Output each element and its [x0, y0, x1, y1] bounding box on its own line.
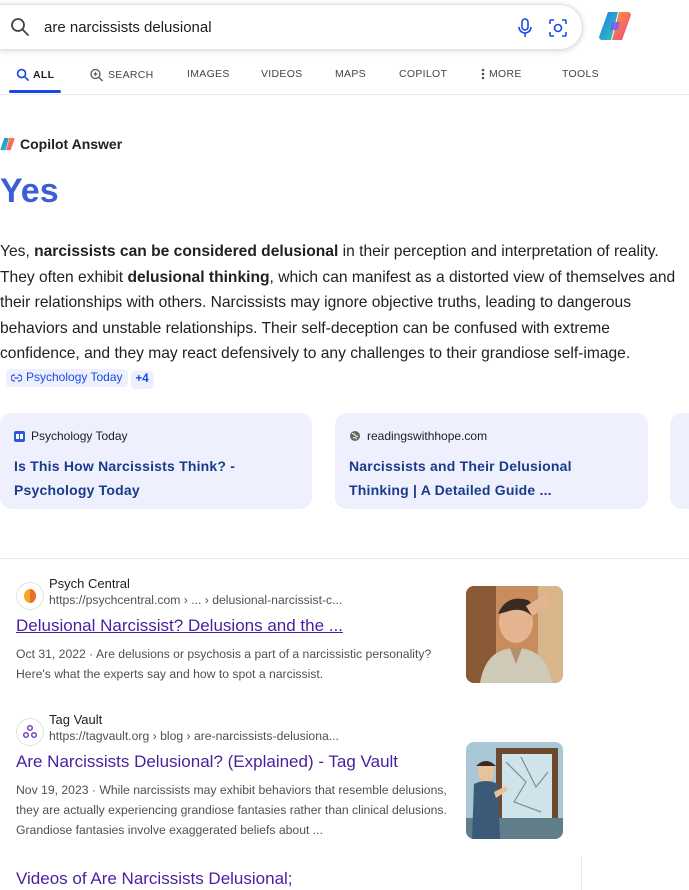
link-icon	[11, 374, 22, 382]
copilot-logo-icon	[0, 137, 15, 151]
answer-headline: Yes	[0, 172, 59, 210]
search-input[interactable]	[44, 16, 484, 38]
tab-search[interactable]: SEARCH	[89, 68, 154, 82]
result-title-link[interactable]: Are Narcissists Delusional? (Explained) …	[16, 752, 398, 772]
card-title[interactable]: Narcissists and Their Delusional Thinkin…	[349, 454, 599, 502]
result-thumbnail-image[interactable]	[466, 742, 563, 839]
psych-central-favicon-icon	[16, 582, 44, 610]
search-icon[interactable]	[10, 17, 30, 37]
tab-all[interactable]: ALL	[16, 68, 54, 81]
card-source: readingswithhope.com	[349, 429, 487, 443]
card-title[interactable]: Is This How Narcissists Think? - Psychol…	[14, 454, 264, 502]
tag-vault-favicon-icon	[16, 718, 44, 746]
psychology-today-favicon-icon	[14, 430, 25, 442]
copilot-logo-icon[interactable]	[598, 10, 632, 42]
microphone-icon[interactable]	[516, 18, 534, 38]
copilot-answer-header: Copilot Answer	[0, 136, 122, 152]
vertical-dots-icon	[481, 68, 485, 80]
result-snippet: Nov 19, 2023 · While narcissists may exh…	[16, 783, 447, 837]
search-icon	[16, 68, 29, 81]
tab-images[interactable]: IMAGES	[187, 68, 230, 80]
search-tabs: ALL SEARCH IMAGES VIDEOS MAPS COPILOT MO…	[0, 60, 689, 95]
search-bar	[0, 4, 583, 50]
answer-text: Yes, narcissists can be considered delus…	[0, 239, 688, 393]
result-url[interactable]: https://psychcentral.com › ... › delusio…	[49, 593, 342, 607]
citation-more-button[interactable]: +4	[130, 370, 154, 389]
tab-tools[interactable]: TOOLS	[562, 68, 599, 80]
globe-icon	[350, 431, 360, 441]
section-divider	[581, 857, 582, 890]
visual-search-icon[interactable]	[548, 18, 568, 38]
citation-link[interactable]: Psychology Today	[6, 368, 128, 387]
tab-copilot[interactable]: COPILOT	[399, 68, 447, 80]
section-divider	[0, 558, 689, 559]
tab-maps[interactable]: MAPS	[335, 68, 366, 80]
result-site-name: Tag Vault	[49, 712, 103, 727]
source-card-partial[interactable]	[670, 413, 689, 509]
active-tab-indicator	[9, 90, 61, 93]
search-sparkle-icon	[90, 68, 103, 82]
source-card[interactable]: Psychology Today Is This How Narcissists…	[0, 413, 312, 509]
result-site-name: Psych Central	[49, 576, 130, 591]
card-source: Psychology Today	[14, 429, 128, 443]
result-url[interactable]: https://tagvault.org › blog › are-narcis…	[49, 729, 339, 743]
result-thumbnail-image[interactable]	[466, 586, 563, 683]
tab-more[interactable]: MORE	[481, 68, 522, 80]
result-snippet: Oct 31, 2022 · Are delusions or psychosi…	[16, 647, 432, 681]
result-title-link[interactable]: Delusional Narcissist? Delusions and the…	[16, 616, 343, 636]
source-card[interactable]: readingswithhope.com Narcissists and The…	[335, 413, 648, 509]
videos-section-title[interactable]: Videos of Are Narcissists Delusional;	[16, 869, 293, 889]
tab-videos[interactable]: VIDEOS	[261, 68, 302, 80]
